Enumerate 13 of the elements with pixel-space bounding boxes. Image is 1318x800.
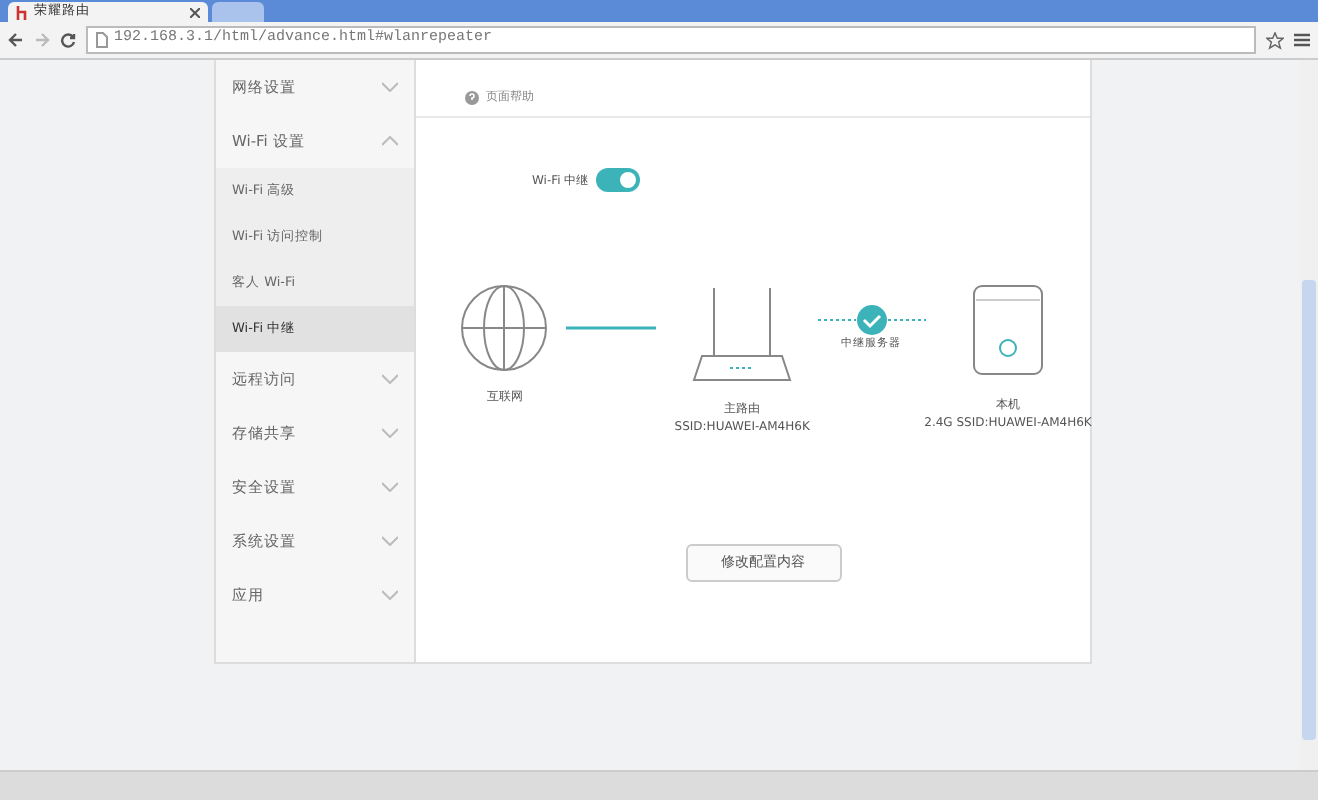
connection-line [565,324,656,332]
globe-icon [460,284,549,372]
close-icon[interactable] [190,7,200,17]
repeater-switch[interactable] [596,168,641,192]
star-icon[interactable] [1266,31,1284,49]
page-icon [96,32,108,48]
connected-check-icon [817,304,926,336]
back-icon[interactable] [8,32,24,48]
menu-icon[interactable] [1294,32,1310,48]
logo-icon [16,5,28,19]
reload-icon[interactable] [60,32,76,48]
help-icon [464,90,480,106]
repeater-device-icon [971,284,1044,376]
